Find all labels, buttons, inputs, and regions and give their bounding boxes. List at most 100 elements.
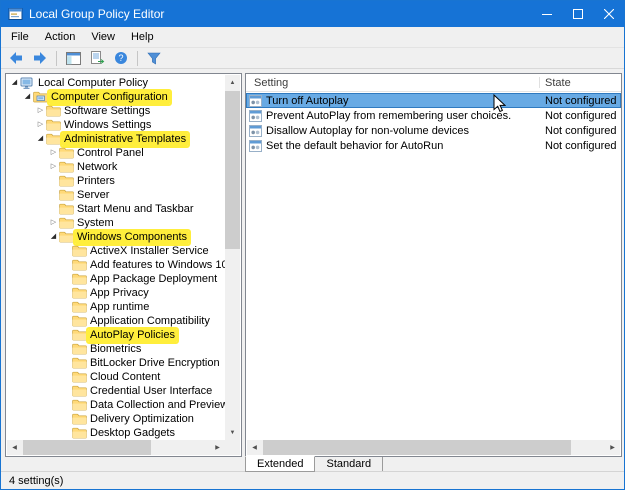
- scrollbar-thumb[interactable]: [225, 91, 240, 249]
- collapse-icon[interactable]: ◢: [48, 230, 59, 244]
- tree-item-windows-settings[interactable]: ▷ Windows Settings: [7, 118, 225, 132]
- column-header-setting[interactable]: Setting: [254, 77, 288, 89]
- menu-item-help[interactable]: Help: [123, 29, 162, 45]
- tree-item-printers[interactable]: Printers: [7, 174, 225, 188]
- column-divider[interactable]: [539, 77, 540, 88]
- folder-computer-icon: [33, 91, 49, 103]
- folder-icon: [72, 427, 88, 439]
- collapse-icon[interactable]: ◢: [22, 90, 33, 104]
- close-button[interactable]: [593, 1, 624, 27]
- tree-item-windows-components[interactable]: ◢ Windows Components: [7, 230, 225, 244]
- tree-item-application-compatibility[interactable]: Application Compatibility: [7, 314, 225, 328]
- forward-icon[interactable]: [29, 48, 51, 68]
- scroll-right-icon[interactable]: ▶: [605, 440, 620, 455]
- tree-item-biometrics[interactable]: Biometrics: [7, 342, 225, 356]
- collapse-icon[interactable]: ◢: [9, 76, 20, 90]
- tree-item-cloud-content[interactable]: Cloud Content: [7, 370, 225, 384]
- tab-extended[interactable]: Extended: [245, 456, 315, 472]
- back-icon[interactable]: [5, 48, 27, 68]
- tree-item-desktop-gadgets[interactable]: Desktop Gadgets: [7, 426, 225, 440]
- tree-item-bitlocker-drive-encryption[interactable]: BitLocker Drive Encryption: [7, 356, 225, 370]
- scroll-left-icon[interactable]: ◀: [247, 440, 262, 455]
- tree-item-label: Application Compatibility: [88, 315, 212, 328]
- folder-icon: [46, 105, 62, 117]
- setting-name: Turn off Autoplay: [266, 95, 349, 107]
- tree-item-app-runtime[interactable]: App runtime: [7, 300, 225, 314]
- tree-item-label: System: [75, 217, 116, 230]
- scroll-down-icon[interactable]: ▼: [225, 425, 240, 440]
- expand-icon[interactable]: ▷: [48, 146, 59, 160]
- tree-item-label: Software Settings: [62, 105, 152, 118]
- expand-icon[interactable]: ▷: [35, 118, 46, 132]
- scroll-right-icon[interactable]: ▶: [210, 440, 225, 455]
- collapse-icon[interactable]: ◢: [35, 132, 46, 146]
- policy-setting-icon: [249, 95, 262, 107]
- tree-item-label: App Privacy: [88, 287, 151, 300]
- tree-item-label: Desktop Gadgets: [88, 427, 177, 440]
- tree-item-server[interactable]: Server: [7, 188, 225, 202]
- tree-item-autoplay-policies[interactable]: AutoPlay Policies: [7, 328, 225, 342]
- menu-item-file[interactable]: File: [3, 29, 37, 45]
- scroll-left-icon[interactable]: ◀: [7, 440, 22, 455]
- scrollbar-corner: [225, 440, 240, 455]
- tree-item-data-collection-and-preview-bu[interactable]: Data Collection and Preview Bu: [7, 398, 225, 412]
- setting-name: Disallow Autoplay for non-volume devices: [266, 125, 469, 137]
- tree-item-local-computer-policy[interactable]: ◢ Local Computer Policy: [7, 76, 225, 90]
- setting-state: Not configured: [545, 110, 617, 122]
- column-header-state[interactable]: State: [545, 77, 571, 89]
- tab-standard[interactable]: Standard: [314, 457, 383, 472]
- tree-vertical-scrollbar[interactable]: ▲ ▼: [225, 75, 240, 440]
- show-console-tree-icon[interactable]: [62, 48, 84, 68]
- folder-icon: [46, 119, 62, 131]
- tree-item-software-settings[interactable]: ▷ Software Settings: [7, 104, 225, 118]
- menu-item-action[interactable]: Action: [37, 29, 84, 45]
- scrollbar-thumb[interactable]: [263, 440, 571, 455]
- tree-item-control-panel[interactable]: ▷Control Panel: [7, 146, 225, 160]
- expand-icon[interactable]: ▷: [48, 216, 59, 230]
- list-horizontal-scrollbar[interactable]: ◀ ▶: [247, 440, 620, 455]
- tree-item-add-features-to-windows-10[interactable]: Add features to Windows 10: [7, 258, 225, 272]
- tree-item-label: App Package Deployment: [88, 273, 219, 286]
- tree-item-label: Local Computer Policy: [36, 77, 150, 90]
- scroll-up-icon[interactable]: ▲: [225, 75, 240, 90]
- titlebar: Local Group Policy Editor: [1, 1, 624, 27]
- tree-item-label: BitLocker Drive Encryption: [88, 357, 222, 370]
- tree-item-app-privacy[interactable]: App Privacy: [7, 286, 225, 300]
- expand-icon[interactable]: ▷: [48, 160, 59, 174]
- policy-setting-icon: [249, 110, 262, 122]
- help-icon[interactable]: ?: [110, 48, 132, 68]
- maximize-button[interactable]: [562, 1, 593, 27]
- expand-icon[interactable]: ▷: [35, 104, 46, 118]
- setting-name: Set the default behavior for AutoRun: [266, 140, 443, 152]
- tree-item-administrative-templates[interactable]: ◢Administrative Templates: [7, 132, 225, 146]
- tree-item-delivery-optimization[interactable]: Delivery Optimization: [7, 412, 225, 426]
- folder-icon: [72, 371, 88, 383]
- folder-icon: [72, 357, 88, 369]
- export-list-icon[interactable]: [86, 48, 108, 68]
- scrollbar-thumb[interactable]: [23, 440, 151, 455]
- folder-icon: [72, 329, 88, 341]
- tree-item-label: Windows Settings: [62, 119, 153, 132]
- tree-horizontal-scrollbar[interactable]: ◀ ▶: [7, 440, 225, 455]
- folder-icon: [72, 245, 88, 257]
- minimize-button[interactable]: [531, 1, 562, 27]
- tree-item-label: Data Collection and Preview Bu: [88, 399, 225, 412]
- folder-icon: [72, 399, 88, 411]
- tree-item-system[interactable]: ▷ System: [7, 216, 225, 230]
- tree-item-label: Windows Components: [75, 231, 189, 244]
- setting-row-set-the-default-behavior-for-autorun[interactable]: Set the default behavior for AutoRunNot …: [246, 138, 621, 153]
- setting-row-disallow-autoplay-for-non-volume-devices[interactable]: Disallow Autoplay for non-volume devices…: [246, 123, 621, 138]
- filter-icon[interactable]: [143, 48, 165, 68]
- menu-item-view[interactable]: View: [83, 29, 123, 45]
- tree-item-computer-configuration[interactable]: ◢Computer Configuration: [7, 90, 225, 104]
- tree-item-label: Network: [75, 161, 119, 174]
- tree-item-app-package-deployment[interactable]: App Package Deployment: [7, 272, 225, 286]
- tree-item-activex-installer-service[interactable]: ActiveX Installer Service: [7, 244, 225, 258]
- tree-item-network[interactable]: ▷ Network: [7, 160, 225, 174]
- setting-row-turn-off-autoplay[interactable]: Turn off AutoplayNot configured: [246, 93, 621, 108]
- tree-item-start-menu-and-taskbar[interactable]: Start Menu and Taskbar: [7, 202, 225, 216]
- tree-item-label: Credential User Interface: [88, 385, 214, 398]
- tree-item-credential-user-interface[interactable]: Credential User Interface: [7, 384, 225, 398]
- setting-row-prevent-autoplay-from-remembering-user-choices[interactable]: Prevent AutoPlay from remembering user c…: [246, 108, 621, 123]
- setting-state: Not configured: [545, 125, 617, 137]
